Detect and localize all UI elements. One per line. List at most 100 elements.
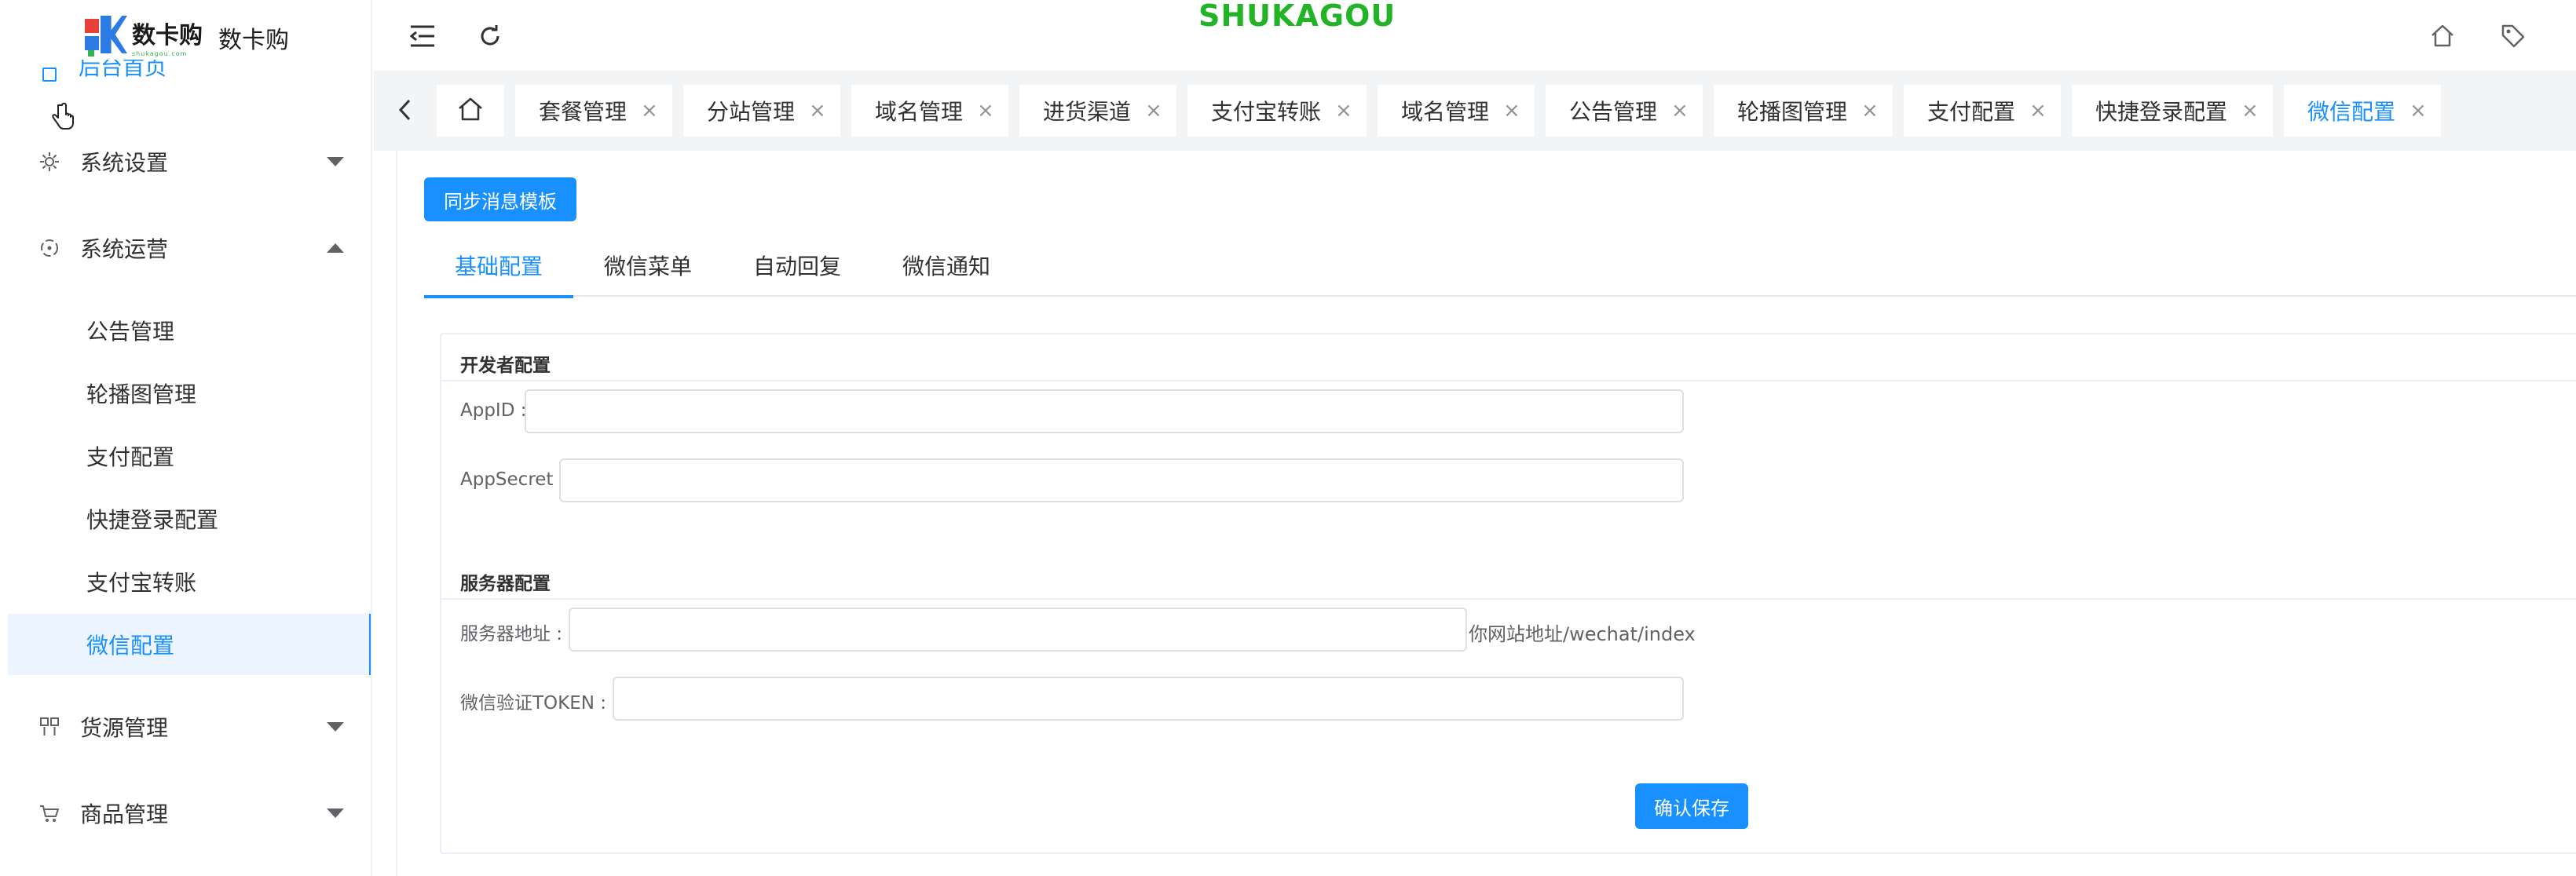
refresh-icon[interactable] — [473, 19, 507, 53]
sync-template-button[interactable]: 同步消息模板 — [424, 177, 576, 221]
tab-alipay-transfer[interactable]: 支付宝转账 × — [1187, 85, 1367, 137]
logo-mark-icon — [85, 16, 129, 57]
tabs-bar: 套餐管理 × 分站管理 × 域名管理 × 进货渠道 × 支付宝转账 × 域名管理… — [374, 71, 2576, 151]
close-icon[interactable]: × — [2241, 99, 2274, 122]
tab-quick-login[interactable]: 快捷登录配置 × — [2072, 85, 2273, 137]
sidebar-group-products[interactable]: 商品管理 — [0, 780, 371, 846]
home-icon[interactable] — [2425, 19, 2460, 53]
app-window: 数卡购 shukagou.com 数卡购 后台首页 系统设置 系统运营 公告管理… — [0, 0, 2576, 876]
tag-icon[interactable] — [2496, 19, 2530, 53]
tab-label: 套餐管理 — [539, 99, 628, 125]
subtab-wechat-notify[interactable]: 微信通知 — [872, 234, 1021, 297]
tab-label: 支付宝转账 — [1211, 99, 1322, 125]
config-subtabs: 基础配置 微信菜单 自动回复 微信通知 — [424, 234, 2576, 298]
sidebar-group-label: 系统设置 — [80, 150, 169, 176]
close-icon[interactable]: × — [1503, 99, 1536, 122]
tab-purchase-channel[interactable]: 进货渠道 × — [1019, 85, 1176, 137]
sidebar-item-dashboard[interactable]: 后台首页 — [38, 60, 273, 86]
logo-text: 数卡购 shukagou.com — [132, 22, 203, 57]
close-icon[interactable]: × — [2029, 99, 2062, 122]
developer-section-title: 开发者配置 — [460, 356, 551, 376]
chevron-up-icon — [327, 243, 344, 253]
tab-domain-management-2[interactable]: 域名管理 × — [1378, 85, 1535, 137]
sidebar-item-label: 轮播图管理 — [86, 381, 197, 407]
tab-label: 快捷登录配置 — [2095, 99, 2228, 125]
close-icon[interactable]: × — [1335, 99, 1368, 122]
close-icon[interactable]: × — [641, 99, 674, 122]
save-button[interactable]: 确认保存 — [1635, 783, 1748, 829]
tab-label: 支付配置 — [1927, 99, 2016, 125]
sidebar-item-label: 快捷登录配置 — [86, 507, 219, 533]
tab-payment-config[interactable]: 支付配置 × — [1904, 85, 2061, 137]
sidebar-item-label: 支付宝转账 — [86, 570, 197, 596]
menu-fold-icon[interactable] — [405, 19, 440, 53]
tab-label: 域名管理 — [875, 99, 964, 125]
server-url-input[interactable] — [569, 608, 1467, 652]
sidebar-group-system-operations[interactable]: 系统运营 — [0, 215, 371, 281]
tab-carousel[interactable]: 轮播图管理 × — [1714, 85, 1893, 137]
tab-announcements[interactable]: 公告管理 × — [1546, 85, 1703, 137]
token-label: 微信验证TOKEN : — [460, 693, 607, 714]
tab-label: 轮播图管理 — [1737, 99, 1848, 125]
sidebar-item-wechat-config[interactable]: 微信配置 — [8, 614, 371, 675]
config-form-card: 开发者配置 AppID : AppSecret : 服务器配置 服务器地址 : … — [440, 333, 2576, 854]
subtab-basic-config[interactable]: 基础配置 — [424, 234, 573, 298]
tab-package-management[interactable]: 套餐管理 × — [515, 85, 672, 137]
tab-substation-management[interactable]: 分站管理 × — [683, 85, 840, 137]
main-content: 同步消息模板 基础配置 微信菜单 自动回复 微信通知 开发者配置 AppID :… — [396, 151, 2576, 876]
appsecret-input[interactable] — [559, 458, 1684, 502]
section-divider — [441, 380, 2576, 381]
sidebar-item-quick-login[interactable]: 快捷登录配置 — [0, 488, 371, 549]
logo-subtext: shukagou.com — [132, 50, 188, 57]
tabs-scroll-left-icon[interactable] — [390, 94, 421, 126]
tab-label: 域名管理 — [1401, 99, 1490, 125]
tab-label: 分站管理 — [707, 99, 796, 125]
sidebar-group-system-settings[interactable]: 系统设置 — [0, 129, 371, 195]
token-input[interactable] — [613, 677, 1684, 721]
sidebar-item-label: 微信配置 — [86, 633, 175, 659]
close-icon[interactable]: × — [1671, 99, 1704, 122]
section-divider — [441, 598, 2576, 600]
sidebar-item-alipay-transfer[interactable]: 支付宝转账 — [0, 551, 371, 612]
appid-input[interactable] — [525, 389, 1684, 433]
subtab-wechat-menu[interactable]: 微信菜单 — [573, 234, 723, 297]
sidebar-item-label: 后台首页 — [79, 60, 167, 80]
sidebar-group-label: 货源管理 — [80, 715, 169, 741]
sidebar-item-label: 公告管理 — [86, 319, 175, 345]
sidebar-item-payment-config[interactable]: 支付配置 — [0, 425, 371, 487]
appid-label: AppID : — [460, 400, 527, 421]
operations-icon — [38, 236, 61, 260]
sidebar-item-label: 支付配置 — [86, 444, 175, 470]
home-square-icon — [42, 68, 57, 82]
sidebar: 数卡购 shukagou.com 数卡购 后台首页 系统设置 系统运营 公告管理… — [0, 0, 372, 876]
tab-wechat-config[interactable]: 微信配置 × — [2284, 85, 2441, 137]
appsecret-label: AppSecret : — [460, 469, 565, 490]
sidebar-item-announcements[interactable]: 公告管理 — [0, 300, 371, 361]
home-icon — [457, 97, 484, 125]
server-section-title: 服务器配置 — [460, 574, 551, 594]
chevron-down-icon — [327, 157, 344, 166]
chevron-down-icon — [327, 722, 344, 732]
grid-icon — [38, 715, 61, 739]
close-icon[interactable]: × — [977, 99, 1010, 122]
tab-domain-management[interactable]: 域名管理 × — [851, 85, 1008, 137]
tab-home[interactable] — [437, 85, 504, 137]
close-icon[interactable]: × — [1861, 99, 1894, 122]
gear-icon — [38, 150, 61, 173]
site-wordmark: SHUKAGOU — [1198, 0, 1396, 33]
sidebar-group-supply[interactable]: 货源管理 — [0, 694, 371, 760]
tab-label: 进货渠道 — [1043, 99, 1132, 125]
sidebar-group-label: 商品管理 — [80, 801, 169, 827]
tab-label: 微信配置 — [2307, 99, 2396, 125]
subtab-auto-reply[interactable]: 自动回复 — [723, 234, 872, 297]
sidebar-group-label: 系统运营 — [80, 236, 169, 262]
logo[interactable]: 数卡购 shukagou.com — [85, 13, 203, 60]
close-icon[interactable]: × — [2410, 99, 2442, 122]
close-icon[interactable]: × — [1145, 99, 1178, 122]
sidebar-item-carousel[interactable]: 轮播图管理 — [0, 363, 371, 424]
cart-icon — [38, 801, 61, 825]
tab-label: 公告管理 — [1569, 99, 1658, 125]
close-icon[interactable]: × — [809, 99, 842, 122]
brand-name: 数卡购 — [218, 27, 289, 54]
server-url-suffix: 你网站地址/wechat/index — [1469, 623, 1696, 645]
